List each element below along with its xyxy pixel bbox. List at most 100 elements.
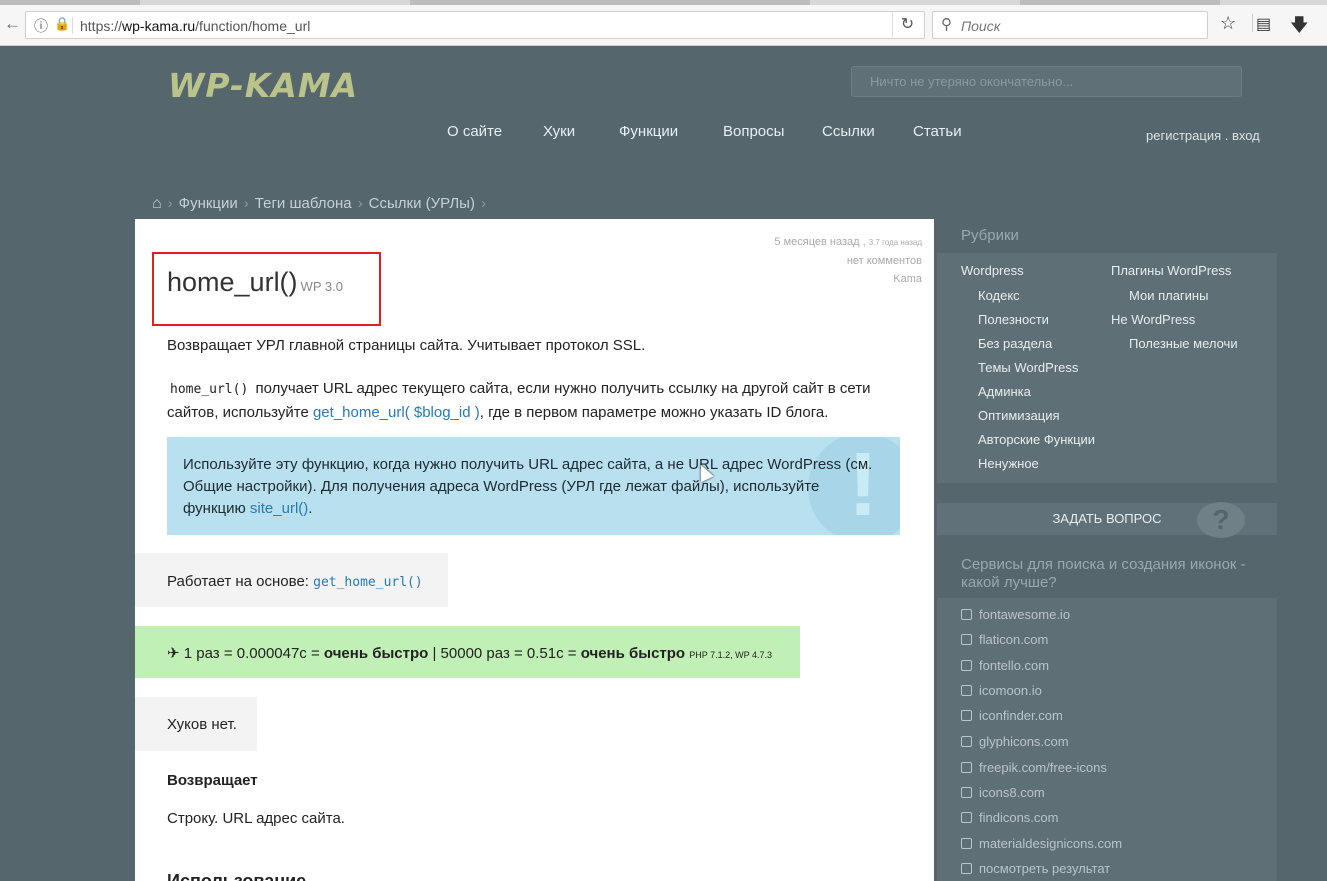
rubric-item[interactable]: Без раздела [978,336,1052,351]
poll-option-label: iconfinder.com [979,708,1063,723]
browser-search-placeholder: Поиск [961,18,1001,34]
rubric-item[interactable]: Авторские Функции [978,432,1095,447]
download-arrow-icon[interactable]: 🡇 [1290,13,1309,43]
breadcrumb-item[interactable]: Теги шаблона [255,195,352,212]
notice-text: Используйте эту функцию, когда нужно пол… [183,454,883,520]
plane-icon: ✈ [167,645,180,662]
poll-heading: Сервисы для поиска и создания иконок - к… [961,556,1246,591]
breadcrumb-item[interactable]: Функции [179,195,238,212]
rubric-item[interactable]: Админка [978,384,1031,399]
meta-author[interactable]: Kama [774,270,922,288]
url-text[interactable]: https://wp-kama.ru/function/home_url [80,18,310,34]
rubric-item[interactable]: Wordpress [961,263,1024,278]
url-path: /function/home_url [195,18,311,34]
hooks-box: Хуков нет. [135,697,257,751]
breadcrumb-separator: › [243,195,249,212]
poll-results-link[interactable]: посмотреть результат [961,861,1110,876]
browser-search-box[interactable]: ⚲ Поиск [932,11,1208,39]
speed-rating: очень быстро [323,645,429,662]
poll-option[interactable]: flaticon.com [961,632,1048,647]
meta-date: 5 месяцев назад [774,236,860,248]
home-icon[interactable]: ⌂ [152,195,162,212]
speed-single: 1 раз = 0.000047с = [183,645,320,662]
checkbox-icon[interactable] [961,685,972,696]
poll-option[interactable]: materialdesignicons.com [961,836,1122,851]
checkbox-icon[interactable] [961,660,972,671]
info-icon[interactable]: ⓘ [34,16,48,36]
breadcrumb-separator: › [480,195,486,212]
meta-comments[interactable]: нет комментов [774,252,922,270]
checkbox-icon[interactable] [961,863,972,874]
nav-item-functions[interactable]: Функции [619,123,678,140]
poll-option[interactable]: icomoon.io [961,683,1042,698]
rubrics-heading: Рубрики [961,227,1019,244]
tab-edge[interactable] [0,0,140,5]
poll-option-label: посмотреть результат [979,861,1111,876]
divider [72,17,73,34]
register-login-link[interactable]: регистрация . вход [1146,128,1260,143]
poll-option[interactable]: findicons.com [961,810,1058,825]
breadcrumb-item[interactable]: Ссылки (УРЛы) [369,195,475,212]
rubric-item[interactable]: Не WordPress [1111,312,1195,327]
nav-item-hooks[interactable]: Хуки [543,123,575,140]
browser-toolbar: ← ⓘ 🔒 https://wp-kama.ru/function/home_u… [0,0,1327,46]
get-home-url-link[interactable]: get_home_url( $blog_id ) [313,404,480,421]
tab-edge[interactable] [410,0,810,5]
inline-code: home_url() [170,382,249,397]
lock-icon[interactable]: 🔒 [54,16,70,32]
nav-item-questions[interactable]: Вопросы [723,123,784,140]
checkbox-icon[interactable] [961,787,972,798]
poll-option[interactable]: glyphicons.com [961,734,1069,749]
poll-option[interactable]: icons8.com [961,785,1045,800]
based-function-link[interactable]: get_home_url() [313,575,423,590]
rubric-item[interactable]: Плагины WordPress [1111,263,1231,278]
function-name: home_url() [167,267,298,297]
site-search-field[interactable] [851,66,1242,97]
address-bar[interactable]: ⓘ 🔒 https://wp-kama.ru/function/home_url… [25,11,925,39]
poll-option[interactable]: iconfinder.com [961,708,1063,723]
based-on-box: Работает на основе: get_home_url() [135,553,448,607]
usage-heading: Использование [167,871,307,881]
rubric-item[interactable]: Кодекс [978,288,1020,303]
tab-edge[interactable] [1020,0,1220,5]
site-url-link[interactable]: site_url() [250,500,308,517]
back-arrow-icon[interactable]: ← [4,14,21,34]
checkbox-icon[interactable] [961,762,972,773]
nav-item-articles[interactable]: Статьи [913,123,962,140]
rubric-item[interactable]: Оптимизация [978,408,1060,423]
poll-option-label: materialdesignicons.com [979,836,1123,851]
version-badge: WP 3.0 [300,279,343,294]
divider [1252,14,1253,32]
nav-item-about[interactable]: О сайте [447,123,502,140]
checkbox-icon[interactable] [961,710,972,721]
url-domain: wp-kama.ru [122,18,196,34]
checkbox-icon[interactable] [961,838,972,849]
rubric-item[interactable]: Полезные мелочи [1129,336,1238,351]
poll-option-label: fontello.com [979,658,1050,673]
site-logo[interactable]: WP-KAMA [168,66,358,105]
checkbox-icon[interactable] [961,736,972,747]
rubric-item[interactable]: Ненужное [978,456,1039,471]
poll-option[interactable]: fontello.com [961,658,1049,673]
rubric-item[interactable]: Темы WordPress [978,360,1078,375]
nav-item-links[interactable]: Ссылки [822,123,875,140]
poll-option-label: flaticon.com [979,632,1049,647]
reload-icon[interactable]: ↻ [892,13,922,37]
rubric-item[interactable]: Полезности [978,312,1049,327]
meta-ago: 3.7 года назад [868,238,922,247]
checkbox-icon[interactable] [961,812,972,823]
speed-rating: очень быстро [580,645,686,662]
site-search-input[interactable] [852,67,1241,96]
poll-option[interactable]: fontawesome.io [961,607,1070,622]
article-card: 5 месяцев назад , 3.7 года назад нет ком… [135,219,934,881]
reader-list-icon[interactable]: ▤ [1256,14,1271,34]
poll-option-label: fontawesome.io [979,607,1071,622]
checkbox-icon[interactable] [961,634,972,645]
checkbox-icon[interactable] [961,609,972,620]
breadcrumb-separator: › [357,195,363,212]
rubric-item[interactable]: Мои плагины [1129,288,1208,303]
search-icon: ⚲ [941,16,952,33]
text: . [308,500,313,517]
poll-option[interactable]: freepik.com/free-icons [961,760,1107,775]
bookmark-star-icon[interactable]: ☆ [1220,13,1236,34]
